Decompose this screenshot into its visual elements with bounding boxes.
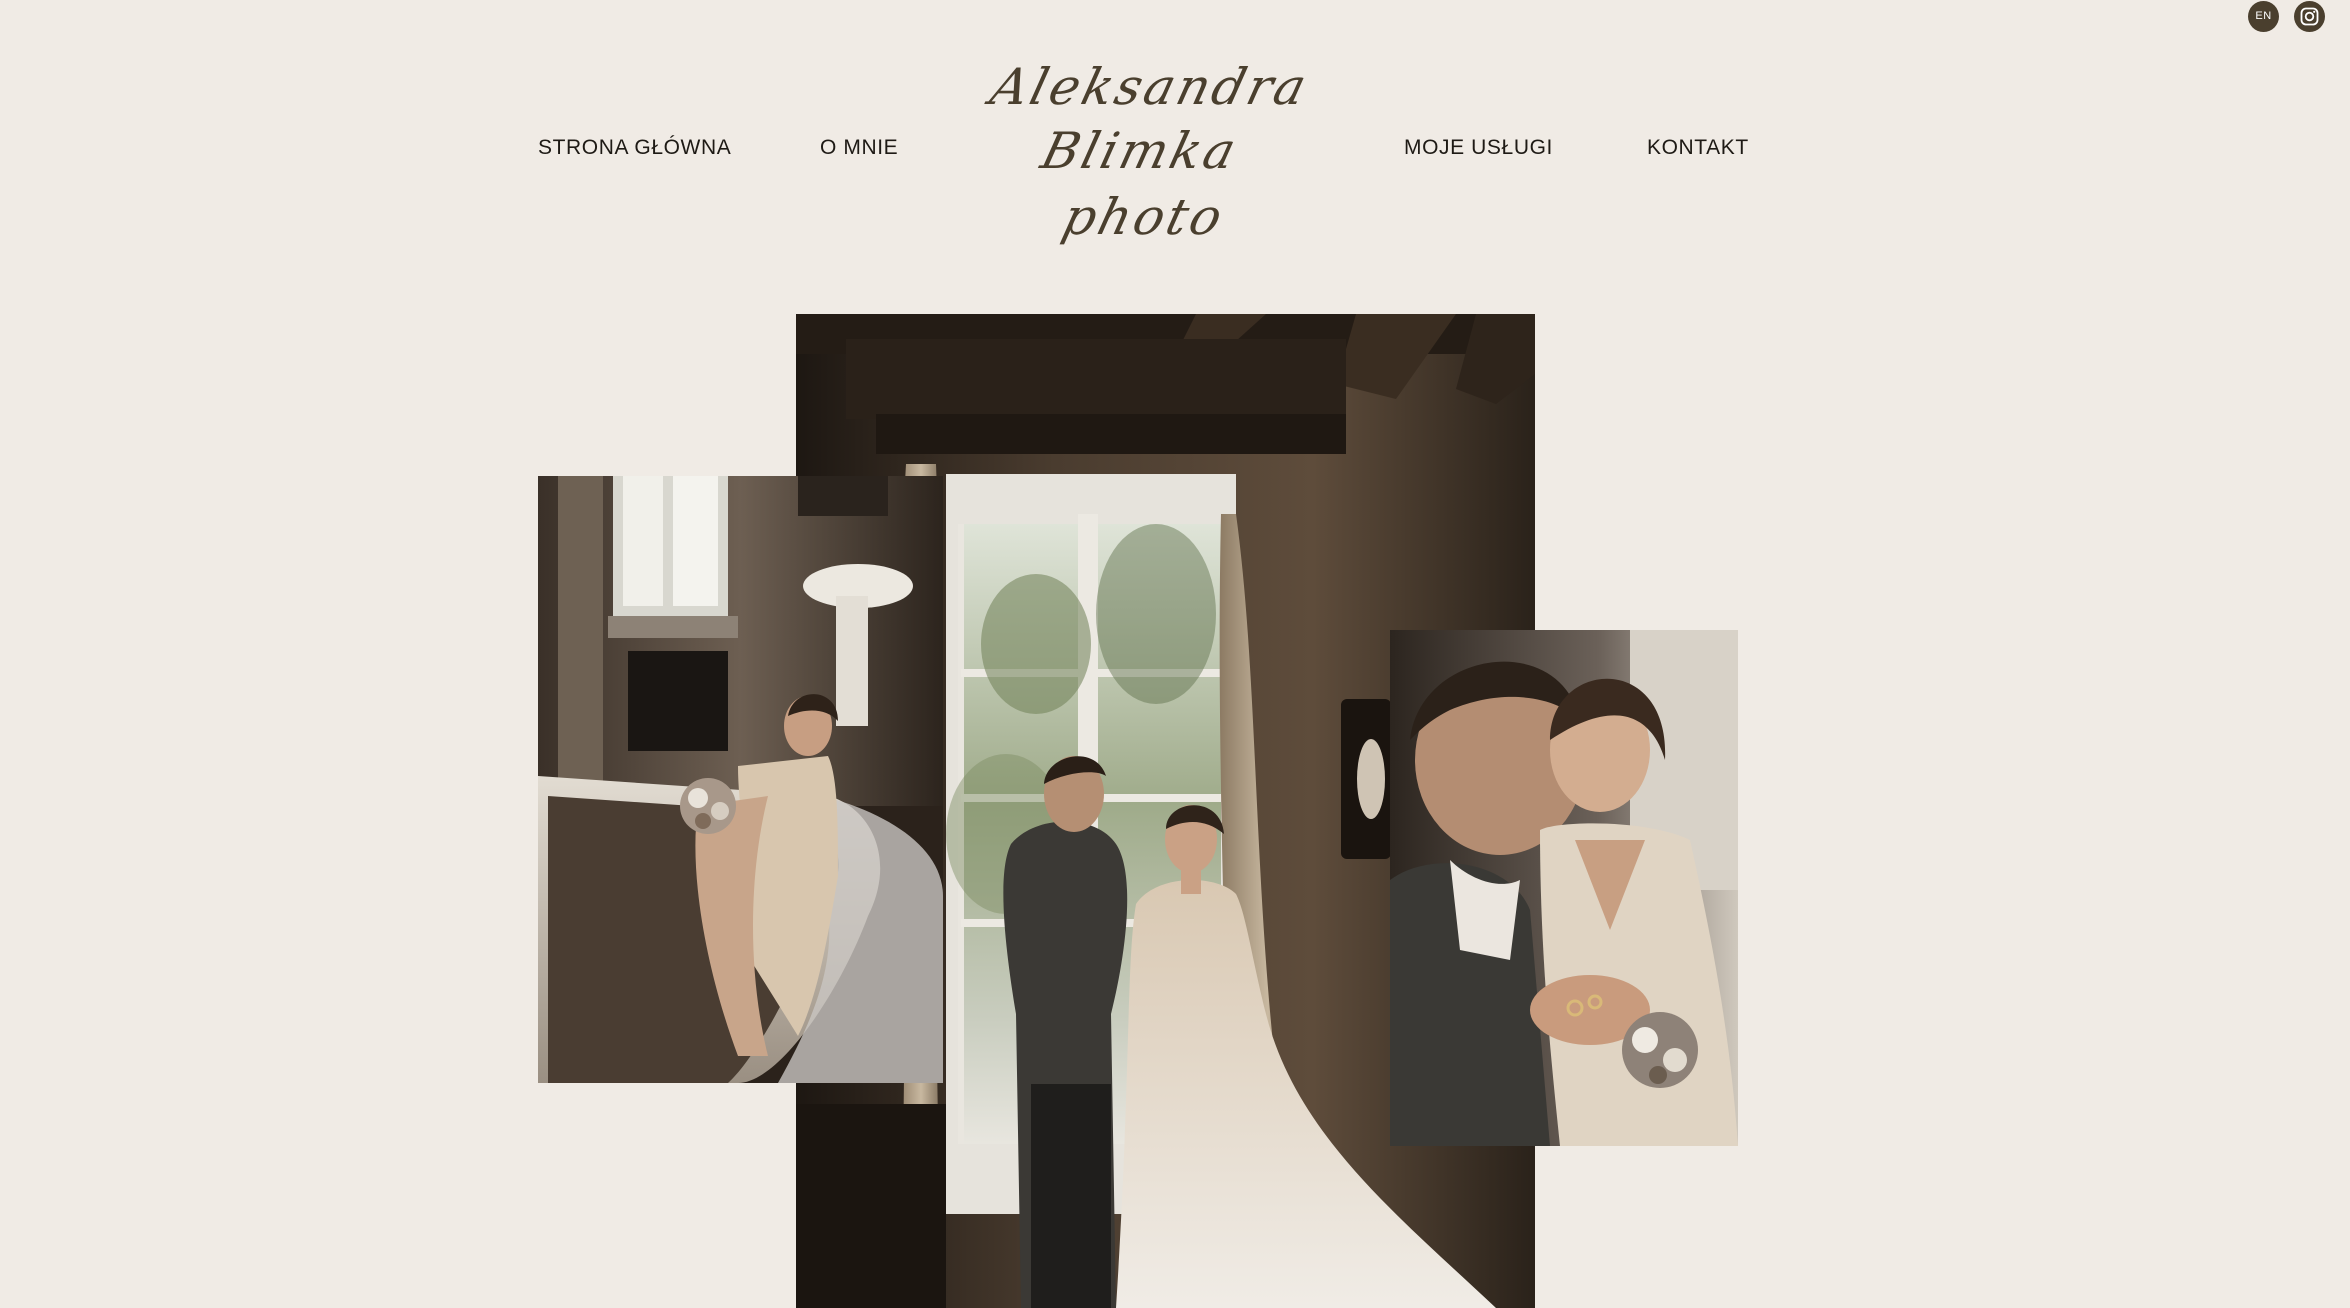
logo-line-photo: photo	[1057, 188, 1231, 246]
photo-couple-with-rings	[1390, 630, 1738, 1146]
instagram-button[interactable]	[2294, 1, 2325, 32]
nav-link-about[interactable]: O MNIE	[820, 136, 898, 160]
logo-line-first-name: Aleksandra	[985, 58, 1315, 116]
nav-link-services[interactable]: MOJE USŁUGI	[1404, 136, 1553, 160]
instagram-icon	[2300, 7, 2319, 26]
photo-bride-in-bathtub	[538, 476, 943, 1083]
language-switch-button[interactable]: EN	[2248, 1, 2279, 32]
page: EN STRONA GŁÓWNA O MNIE MOJE USŁUGI KONT…	[0, 0, 2350, 1308]
site-logo[interactable]: Aleksandra Blimka photo	[985, 48, 1315, 258]
nav-link-home[interactable]: STRONA GŁÓWNA	[538, 136, 731, 160]
logo-line-last-name: Blimka	[1035, 122, 1245, 180]
nav-link-contact[interactable]: KONTAKT	[1647, 136, 1749, 160]
